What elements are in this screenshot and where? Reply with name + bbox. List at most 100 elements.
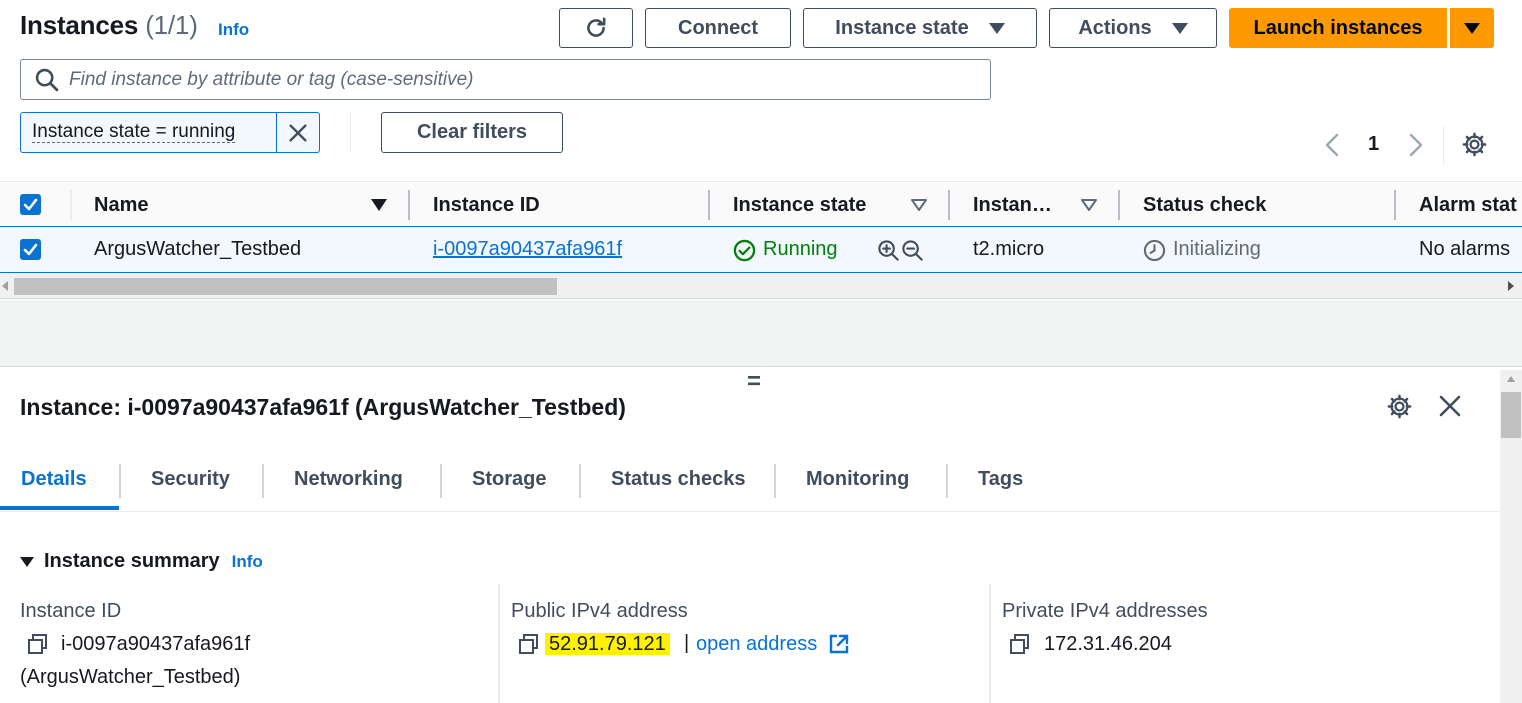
instance-state-value: Running xyxy=(763,238,838,260)
pager-divider xyxy=(1443,126,1444,164)
caret-down-icon xyxy=(1171,22,1188,34)
column-separator[interactable] xyxy=(408,190,410,220)
private-ipv4-label: Private IPv4 addresses xyxy=(1002,600,1208,622)
horizontal-scrollbar[interactable] xyxy=(0,273,1522,299)
row-checkbox[interactable] xyxy=(20,239,41,260)
launch-instances-label: Launch instances xyxy=(1253,16,1423,39)
sort-icon[interactable] xyxy=(910,198,928,212)
scroll-left-icon[interactable] xyxy=(1,280,9,292)
column-header-instance-state[interactable]: Instance state xyxy=(733,194,866,217)
copy-icon[interactable] xyxy=(518,633,540,655)
gear-icon[interactable] xyxy=(1461,131,1488,158)
filter-token-label[interactable]: Instance state = running xyxy=(21,113,277,152)
column-header-status-check[interactable]: Status check xyxy=(1143,194,1266,217)
tab-storage[interactable]: Storage xyxy=(472,468,546,491)
public-ipv4-value: 52.91.79.121 xyxy=(545,633,670,656)
zoom-in-icon[interactable] xyxy=(877,239,900,262)
copy-icon[interactable] xyxy=(27,633,49,655)
launch-options-button[interactable] xyxy=(1450,8,1494,48)
instance-count: (1/1) xyxy=(145,10,198,40)
tab-separator xyxy=(119,464,121,498)
column-separator[interactable] xyxy=(1118,190,1120,220)
search-icon xyxy=(35,68,59,91)
clear-filters-label: Clear filters xyxy=(416,121,528,143)
actions-dropdown[interactable]: Actions xyxy=(1049,8,1217,48)
remove-filter-button[interactable] xyxy=(277,113,319,152)
summary-info-link[interactable]: Info xyxy=(232,552,263,572)
tab-separator xyxy=(946,464,948,498)
check-icon xyxy=(23,243,38,256)
public-ipv4-label: Public IPv4 address xyxy=(511,600,688,622)
actions-label: Actions xyxy=(1078,16,1152,39)
tab-monitoring[interactable]: Monitoring xyxy=(806,468,909,491)
filter-token: Instance state = running xyxy=(20,112,320,153)
sort-icon[interactable] xyxy=(1080,198,1098,212)
instance-id-label: Instance ID xyxy=(20,600,122,622)
open-address-link[interactable]: open address xyxy=(696,633,817,656)
tab-separator xyxy=(440,464,442,498)
tab-separator xyxy=(262,464,264,498)
launch-instances-button[interactable]: Launch instances xyxy=(1229,8,1447,48)
column-header-instance-type[interactable]: Instan… xyxy=(973,194,1052,217)
sort-descending-icon[interactable] xyxy=(370,198,388,212)
gear-icon[interactable] xyxy=(1386,393,1413,420)
separator: | xyxy=(684,632,690,654)
close-icon xyxy=(289,123,307,142)
page-title: Instances (1/1) xyxy=(20,10,198,41)
details-tabs: Details Security Networking Storage Stat… xyxy=(0,462,1500,512)
next-page-icon[interactable] xyxy=(1404,132,1426,158)
filter-divider xyxy=(350,112,351,153)
public-ipv4-highlight: 52.91.79.121 xyxy=(545,633,670,655)
tab-details[interactable]: Details xyxy=(21,468,87,491)
instance-id-link[interactable]: i-0097a90437afa961f xyxy=(433,238,622,261)
column-header-alarm-status[interactable]: Alarm stat xyxy=(1419,194,1517,217)
copy-icon[interactable] xyxy=(1009,633,1031,655)
tab-security[interactable]: Security xyxy=(151,468,230,491)
zoom-out-icon[interactable] xyxy=(901,239,924,262)
refresh-button[interactable] xyxy=(559,8,633,48)
active-tab-indicator xyxy=(0,506,119,510)
instance-state-label: Instance state xyxy=(835,16,969,39)
instance-id-value: i-0097a90437afa961f xyxy=(61,633,251,655)
column-header-name[interactable]: Name xyxy=(94,194,148,217)
external-link-icon[interactable] xyxy=(828,633,850,655)
scroll-up-icon[interactable] xyxy=(1506,375,1516,383)
scrollbar-thumb[interactable] xyxy=(1501,392,1521,438)
previous-page-icon[interactable] xyxy=(1322,132,1344,158)
split-panel-gap xyxy=(0,300,1522,367)
tab-separator xyxy=(774,464,776,498)
column-header-instance-id[interactable]: Instance ID xyxy=(433,194,540,217)
column-divider xyxy=(989,584,991,703)
search-input[interactable] xyxy=(69,68,969,91)
tab-networking[interactable]: Networking xyxy=(294,468,403,491)
caret-down-icon xyxy=(20,556,34,567)
cell-name: ArgusWatcher_Testbed xyxy=(94,238,302,260)
current-page[interactable]: 1 xyxy=(1368,133,1379,156)
vertical-scrollbar[interactable] xyxy=(1500,370,1522,703)
details-panel-title: Instance: i-0097a90437afa961f (ArgusWatc… xyxy=(20,394,626,420)
success-check-icon xyxy=(733,239,756,262)
column-separator[interactable] xyxy=(948,190,950,220)
instance-summary-header[interactable]: Instance summary Info xyxy=(20,550,263,573)
tab-separator xyxy=(579,464,581,498)
clock-icon xyxy=(1143,239,1166,262)
split-panel-resize-handle[interactable]: = xyxy=(747,368,761,396)
instance-type-value: t2.micro xyxy=(973,238,1045,260)
tab-tags[interactable]: Tags xyxy=(978,468,1023,491)
tab-status-checks[interactable]: Status checks xyxy=(611,468,746,491)
alarm-status-value: No alarms xyxy=(1419,238,1511,260)
column-separator[interactable] xyxy=(708,190,710,220)
private-ipv4-value: 172.31.46.204 xyxy=(1044,633,1172,655)
table-row[interactable]: ArgusWatcher_Testbed i-0097a90437afa961f… xyxy=(0,227,1522,273)
clear-filters-button[interactable]: Clear filters xyxy=(381,112,563,153)
table-header: Name Instance ID Instance state Instan… … xyxy=(0,181,1522,227)
search-box[interactable] xyxy=(20,59,991,100)
select-all-checkbox[interactable] xyxy=(20,194,41,215)
column-separator[interactable] xyxy=(1394,190,1396,220)
close-icon[interactable] xyxy=(1438,394,1462,418)
connect-button[interactable]: Connect xyxy=(645,8,791,48)
scroll-right-icon[interactable] xyxy=(1507,280,1515,292)
instance-state-dropdown[interactable]: Instance state xyxy=(803,8,1037,48)
scrollbar-thumb[interactable] xyxy=(14,278,557,295)
title-info-link[interactable]: Info xyxy=(218,20,249,40)
